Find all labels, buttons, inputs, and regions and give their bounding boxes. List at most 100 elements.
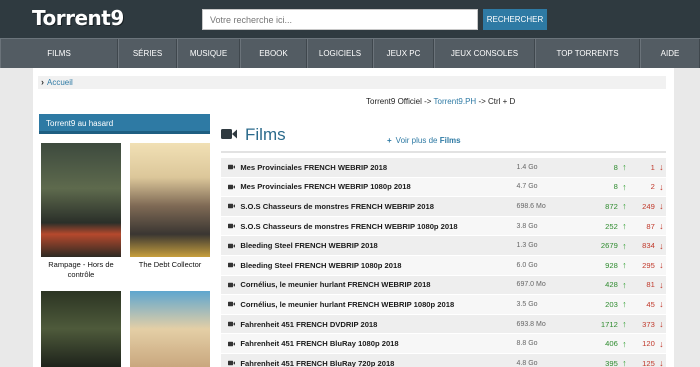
torrent-name[interactable]: Fahrenheit 451 FRENCH DVDRIP 2018 (240, 320, 516, 329)
torrent-size: 3.8 Go (516, 222, 538, 230)
torrent-name[interactable]: S.O.S Chasseurs de monstres FRENCH WEBRI… (240, 222, 516, 231)
search-input[interactable] (202, 9, 478, 30)
torrent-leechers: 373 (642, 319, 655, 329)
arrow-up-icon: ↑ (622, 338, 627, 349)
section-divider (221, 151, 666, 153)
torrent-leechers: 120 (642, 339, 655, 349)
torrent-leechers: 125 (642, 358, 655, 367)
torrent-name[interactable]: Fahrenheit 451 FRENCH BluRay 1080p 2018 (240, 339, 516, 348)
arrow-down-icon: ↓ (659, 279, 664, 290)
arrow-up-icon: ↑ (622, 358, 627, 367)
video-camera-icon (228, 262, 236, 268)
torrent-leechers: 81 (646, 280, 655, 290)
torrent-seeders: 252 (605, 221, 618, 231)
arrow-down-icon: ↓ (659, 319, 664, 330)
torrent-name[interactable]: S.O.S Chasseurs de monstres FRENCH WEBRI… (240, 202, 516, 211)
arrow-up-icon: ↑ (622, 181, 627, 192)
video-camera-icon (228, 321, 236, 327)
breadcrumb: › Accueil (38, 76, 666, 89)
breadcrumb-home-link[interactable]: Accueil (47, 78, 73, 87)
torrent-row[interactable]: S.O.S Chasseurs de monstres FRENCH WEBRI… (221, 216, 666, 237)
poster-title[interactable]: Rampage - Hors de contrôle (41, 260, 121, 280)
torrent-size: 1.4 Go (516, 163, 538, 171)
nav-item-series[interactable]: SÉRIES (118, 39, 177, 68)
poster-image[interactable] (41, 143, 121, 257)
nav-item-top-torrents[interactable]: TOP TORRENTS (535, 39, 640, 68)
torrent-name[interactable]: Bleeding Steel FRENCH WEBRIP 2018 (240, 241, 516, 250)
torrent-seeders: 406 (605, 339, 618, 349)
nav-item-jeux-consoles[interactable]: JEUX CONSOLES (434, 39, 535, 68)
torrent-size: 8.8 Go (516, 340, 538, 348)
torrent-size: 4.7 Go (516, 183, 538, 191)
arrow-up-icon: ↑ (622, 279, 627, 290)
arrow-down-icon: ↓ (659, 201, 664, 212)
video-camera-icon (228, 184, 236, 190)
torrent-row[interactable]: Fahrenheit 451 FRENCH DVDRIP 2018 693.8 M… (221, 314, 666, 335)
torrent-leechers: 834 (642, 241, 655, 251)
mirror-prefix: Torrent9 Officiel -> (366, 97, 432, 106)
torrent-leechers: 2 (650, 182, 655, 192)
torrent-row[interactable]: Cornélius, le meunier hurlant FRENCH WEB… (221, 275, 666, 296)
nav-item-logiciels[interactable]: LOGICIELS (307, 39, 373, 68)
arrow-down-icon: ↓ (659, 221, 664, 232)
video-camera-icon (228, 243, 236, 248)
torrent-row[interactable]: S.O.S Chasseurs de monstres FRENCH WEBRI… (221, 197, 666, 217)
poster-image[interactable] (130, 291, 210, 367)
arrow-up-icon: ↑ (622, 240, 627, 251)
torrent-seeders: 203 (605, 299, 618, 309)
arrow-down-icon: ↓ (659, 299, 664, 310)
poster-image[interactable] (130, 143, 210, 257)
torrent-size: 697.0 Mo (516, 281, 546, 289)
arrow-down-icon: ↓ (659, 260, 664, 271)
poster-title[interactable]: The Debt Collector (130, 260, 210, 270)
torrent-seeders: 872 (605, 201, 618, 211)
see-more-bold: Films (439, 136, 461, 145)
nav-item-films[interactable]: FILMS (0, 39, 118, 68)
torrent-name[interactable]: Cornélius, le meunier hurlant FRENCH WEB… (240, 300, 516, 309)
torrent-row[interactable]: Mes Provinciales FRENCH WEBRIP 1080p 201… (221, 177, 666, 198)
see-more-link[interactable]: + Voir plus de Films (387, 136, 461, 145)
video-camera-icon (228, 223, 236, 229)
torrent-row[interactable]: Mes Provinciales FRENCH WEBRIP 2018 1.4 G… (221, 158, 666, 178)
video-camera-icon (228, 164, 236, 170)
torrent-leechers: 45 (646, 299, 655, 309)
torrent-row[interactable]: Cornélius, le meunier hurlant FRENCH WEB… (221, 295, 666, 315)
torrent-seeders: 8 (613, 162, 618, 172)
torrent-row[interactable]: Bleeding Steel FRENCH WEBRIP 1080p 2018 6… (221, 255, 666, 276)
torrent-leechers: 249 (642, 201, 655, 211)
torrent-size: 1.3 Go (516, 242, 538, 250)
arrow-up-icon: ↑ (622, 260, 627, 271)
torrent-seeders: 928 (605, 260, 618, 270)
torrent-leechers: 1 (650, 162, 655, 172)
nav-item-ebook[interactable]: EBOOK (240, 39, 307, 68)
torrent-row[interactable]: Bleeding Steel FRENCH WEBRIP 2018 1.3 Go 2… (221, 236, 666, 256)
torrent-name[interactable]: Mes Provinciales FRENCH WEBRIP 2018 (240, 163, 516, 172)
site-logo[interactable]: Torrent9 (32, 6, 124, 30)
torrent-name[interactable]: Mes Provinciales FRENCH WEBRIP 1080p 201… (240, 182, 516, 191)
search-button[interactable]: RECHERCHER (483, 9, 547, 30)
mirror-link[interactable]: Torrent9.PH (434, 97, 477, 106)
nav-item-aide[interactable]: AIDE (640, 39, 700, 68)
torrent-size: 698.6 Mo (516, 202, 546, 210)
torrent-leechers: 295 (642, 260, 655, 270)
nav-item-jeux-pc[interactable]: JEUX PC (373, 39, 434, 68)
arrow-up-icon: ↑ (622, 319, 627, 330)
torrent-row[interactable]: Fahrenheit 451 FRENCH BluRay 720p 2018 4.… (221, 353, 666, 367)
video-camera-icon (221, 129, 237, 139)
torrent-name[interactable]: Cornélius, le meunier hurlant FRENCH WEB… (240, 280, 516, 289)
torrent-seeders: 1712 (600, 319, 618, 329)
nav-item-musique[interactable]: MUSIQUE (177, 39, 240, 68)
arrow-up-icon: ↑ (622, 162, 627, 173)
poster-image[interactable] (41, 291, 121, 367)
torrent-name[interactable]: Fahrenheit 451 FRENCH BluRay 720p 2018 (240, 359, 516, 367)
torrent-row[interactable]: Fahrenheit 451 FRENCH BluRay 1080p 2018 8… (221, 334, 666, 354)
arrow-down-icon: ↓ (659, 358, 664, 367)
video-camera-icon (228, 204, 236, 209)
torrent-seeders: 428 (605, 280, 618, 290)
torrent-size: 3.5 Go (516, 300, 538, 308)
plus-icon: + (387, 136, 392, 145)
torrent-size: 693.8 Mo (516, 320, 546, 328)
video-camera-icon (228, 360, 236, 366)
torrent-name[interactable]: Bleeding Steel FRENCH WEBRIP 1080p 2018 (240, 261, 516, 270)
arrow-down-icon: ↓ (659, 181, 664, 192)
